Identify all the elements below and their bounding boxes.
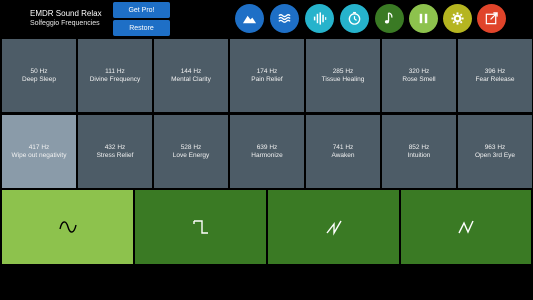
frequency-tile-111[interactable]: 111 Hz Divine Frequency xyxy=(78,39,152,112)
get-pro-button[interactable]: Get Pro! xyxy=(113,2,170,18)
sawtooth-wave-button[interactable] xyxy=(268,190,399,264)
external-link-icon xyxy=(485,12,498,25)
pause-button[interactable] xyxy=(409,4,438,33)
gear-icon xyxy=(451,12,464,25)
square-wave-icon xyxy=(192,220,208,234)
frequency-name: Intuition xyxy=(407,151,431,159)
frequency-name: Harmonize xyxy=(251,151,283,159)
frequency-tile-741[interactable]: 741 Hz Awaken xyxy=(306,115,380,188)
frequency-tile-963[interactable]: 963 Hz Open 3rd Eye xyxy=(458,115,532,188)
frequency-hz: 432 Hz xyxy=(104,143,126,151)
frequency-hz: 111 Hz xyxy=(105,67,125,75)
triangle-wave-button[interactable] xyxy=(401,190,531,264)
landscape-button[interactable] xyxy=(235,4,264,33)
frequency-hz: 285 Hz xyxy=(332,67,354,75)
frequency-tile-144[interactable]: 144 Hz Mental Clarity xyxy=(154,39,228,112)
app-title: EMDR Sound Relax xyxy=(30,9,102,18)
frequency-tile-417[interactable]: 417 Hz Wipe out negativity xyxy=(2,115,76,188)
frequency-grid: 50 Hz Deep Sleep 111 Hz Divine Frequency… xyxy=(0,38,533,189)
frequency-tile-50[interactable]: 50 Hz Deep Sleep xyxy=(2,39,76,112)
frequency-hz: 963 Hz xyxy=(484,143,506,151)
frequency-name: Deep Sleep xyxy=(22,75,56,83)
frequency-name: Awaken xyxy=(331,151,355,159)
app-title-block: EMDR Sound Relax Solfeggio Frequencies xyxy=(30,9,110,29)
sound-bars-icon xyxy=(313,12,327,25)
frequency-tile-639[interactable]: 639 Hz Harmonize xyxy=(230,115,304,188)
frequency-hz: 50 Hz xyxy=(30,67,48,75)
frequency-name: Divine Frequency xyxy=(89,75,141,83)
top-bar: EMDR Sound Relax Solfeggio Frequencies G… xyxy=(0,0,533,38)
sound-bars-button[interactable] xyxy=(305,4,334,33)
timer-button[interactable] xyxy=(340,4,369,33)
music-note-icon xyxy=(384,12,393,24)
frequency-tile-285[interactable]: 285 Hz Tissue Healing xyxy=(306,39,380,112)
frequency-name: Stress Relief xyxy=(96,151,134,159)
frequency-hz: 396 Hz xyxy=(484,67,506,75)
frequency-tile-432[interactable]: 432 Hz Stress Relief xyxy=(78,115,152,188)
frequency-hz: 174 Hz xyxy=(256,67,278,75)
app-screen: EMDR Sound Relax Solfeggio Frequencies G… xyxy=(0,0,533,300)
frequency-tile-852[interactable]: 852 Hz Intuition xyxy=(382,115,456,188)
landscape-icon xyxy=(242,15,257,24)
frequency-tile-396[interactable]: 396 Hz Fear Release xyxy=(458,39,532,112)
music-button[interactable] xyxy=(375,4,404,33)
frequency-tile-174[interactable]: 174 Hz Pain Relief xyxy=(230,39,304,112)
timer-icon xyxy=(348,11,361,25)
frequency-hz: 852 Hz xyxy=(408,143,430,151)
pause-icon xyxy=(419,13,428,24)
triangle-wave-icon xyxy=(458,220,474,234)
sawtooth-wave-icon xyxy=(325,220,342,236)
frequency-hz: 741 Hz xyxy=(332,143,354,151)
restore-button[interactable]: Restore xyxy=(113,20,170,36)
sine-wave-button[interactable] xyxy=(2,190,133,264)
app-subtitle: Solfeggio Frequencies xyxy=(30,20,100,27)
settings-button[interactable] xyxy=(443,4,472,33)
frequency-name: Mental Clarity xyxy=(171,75,211,83)
frequency-hz: 528 Hz xyxy=(180,143,202,151)
frequency-hz: 417 Hz xyxy=(28,143,50,151)
frequency-hz: 144 Hz xyxy=(180,67,202,75)
waveform-selector xyxy=(0,190,533,264)
frequency-tile-528[interactable]: 528 Hz Love Energy xyxy=(154,115,228,188)
frequency-name: Tissue Healing xyxy=(321,75,365,83)
frequency-name: Open 3rd Eye xyxy=(474,151,516,159)
frequency-name: Rose Smell xyxy=(402,75,436,83)
frequency-name: Fear Release xyxy=(475,75,515,83)
sine-wave-icon xyxy=(58,221,77,233)
waves-icon xyxy=(278,14,291,23)
frequency-tile-320[interactable]: 320 Hz Rose Smell xyxy=(382,39,456,112)
frequency-name: Love Energy xyxy=(172,151,210,159)
frequency-name: Pain Relief xyxy=(251,75,283,83)
frequency-hz: 639 Hz xyxy=(256,143,278,151)
external-link-button[interactable] xyxy=(477,4,506,33)
frequency-name: Wipe out negativity xyxy=(11,151,67,159)
frequency-hz: 320 Hz xyxy=(408,67,430,75)
square-wave-button[interactable] xyxy=(135,190,266,264)
waves-button[interactable] xyxy=(270,4,299,33)
